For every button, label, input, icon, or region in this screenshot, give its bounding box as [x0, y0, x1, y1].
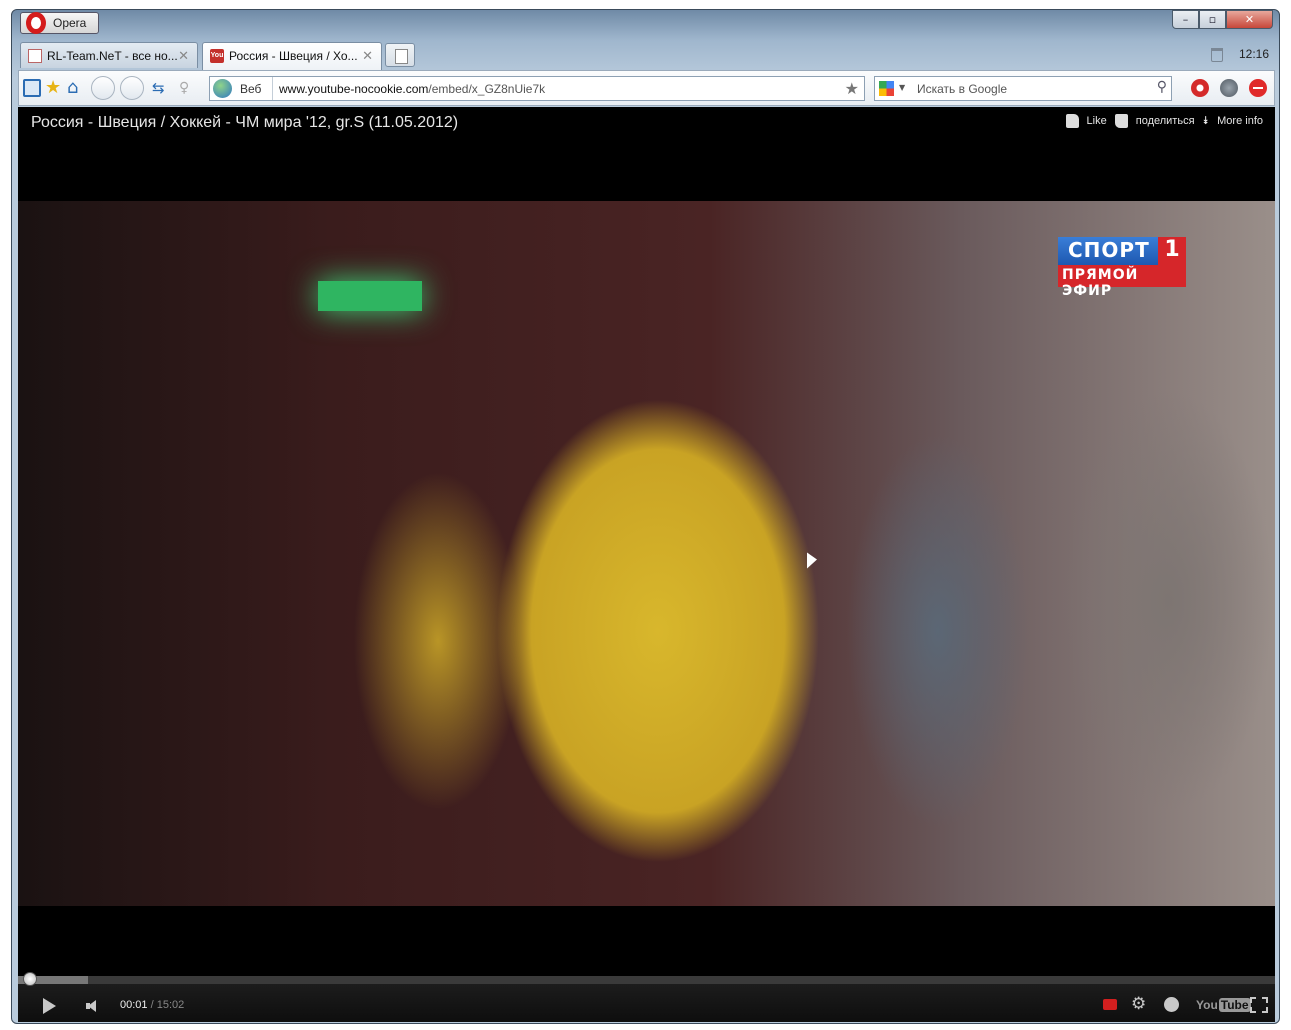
google-icon[interactable]	[879, 81, 894, 96]
player-controls: 00:01 / 15:02 ⚙ You Tube	[18, 972, 1275, 1022]
url-domain: www.youtube-nocookie.com	[279, 82, 429, 96]
block-icon[interactable]	[1249, 79, 1267, 97]
forward-button[interactable]	[120, 76, 144, 100]
back-button[interactable]	[91, 76, 115, 100]
minimize-button[interactable]: –	[1172, 10, 1199, 29]
lightbulb-icon[interactable]	[1220, 79, 1238, 97]
fullscreen-icon[interactable]	[1250, 997, 1268, 1013]
tab-label: Россия - Швеция / Хо...	[229, 49, 358, 63]
maximize-button[interactable]: ▫	[1199, 10, 1226, 29]
video-actions: Like поделиться ⯯ More info	[1065, 114, 1263, 128]
thumbs-up-icon[interactable]	[1065, 114, 1079, 128]
reload-icon[interactable]: ⇆	[152, 79, 170, 97]
tab-rl-team[interactable]: RL-Team.NeT - все но... ✕	[20, 42, 198, 68]
thumbs-down-icon[interactable]	[1114, 114, 1128, 128]
url-path: /embed/x_GZ8nUie7k	[428, 82, 546, 96]
navigation-toolbar: ★ ⌂ ⇆ ♀ Веб www.youtube-nocookie.com/emb…	[18, 70, 1275, 106]
tab-close-icon[interactable]: ✕	[362, 48, 373, 64]
channel-logo: СПОРТ 1 ПРЯМОЙ ЭФИР	[1058, 237, 1186, 299]
bookmarks-star-icon[interactable]: ★	[45, 79, 63, 97]
address-bar[interactable]: Веб www.youtube-nocookie.com/embed/x_GZ8…	[209, 76, 865, 101]
search-box[interactable]: ▼ Искать в Google ⚲	[874, 76, 1172, 101]
key-icon[interactable]: ♀	[179, 79, 197, 97]
title-bar: Opera – ▫ ✕	[12, 10, 1279, 40]
progress-bar[interactable]	[18, 972, 1275, 986]
clock: 12:16	[1238, 47, 1269, 61]
address-scope-label: Веб	[240, 82, 262, 96]
opera-unite-icon[interactable]	[1191, 79, 1209, 97]
panel-toggle-icon[interactable]	[23, 79, 41, 97]
address-separator	[272, 77, 273, 100]
home-icon[interactable]: ⌂	[67, 79, 85, 97]
new-tab-button[interactable]	[385, 43, 415, 67]
opera-menu-button[interactable]: Opera	[20, 12, 99, 34]
channel-logo-subtitle: ПРЯМОЙ ЭФИР	[1058, 265, 1186, 299]
trash-icon[interactable]	[1211, 48, 1223, 62]
doc-icon	[28, 49, 42, 63]
share-button[interactable]: поделиться	[1136, 115, 1195, 127]
opera-logo-icon	[26, 12, 46, 34]
channel-logo-number: 1	[1158, 237, 1186, 265]
exit-sign	[318, 281, 422, 311]
chevron-down-icon: ⯯	[1202, 114, 1210, 127]
play-button[interactable]	[43, 998, 56, 1014]
opera-menu-label: Opera	[53, 16, 87, 30]
video-title[interactable]: Россия - Швеция / Хоккей - ЧМ мира '12, …	[31, 114, 458, 132]
close-window-button[interactable]: ✕	[1226, 10, 1273, 29]
captions-icon[interactable]	[1103, 999, 1117, 1010]
gear-icon[interactable]: ⚙	[1131, 996, 1146, 1013]
browser-window: Opera – ▫ ✕ RL-Team.NeT - все но... ✕ Yo…	[11, 9, 1280, 1024]
like-button[interactable]: Like	[1087, 115, 1107, 127]
watch-later-icon[interactable]	[1164, 997, 1179, 1012]
favorite-star-icon[interactable]: ★	[845, 79, 859, 98]
tab-youtube-video[interactable]: You Россия - Швеция / Хо... ✕	[202, 42, 382, 70]
youtube-logo[interactable]: You Tube	[1196, 998, 1251, 1012]
search-input[interactable]: Искать в Google	[917, 82, 1007, 96]
window-controls: – ▫ ✕	[1172, 10, 1273, 30]
duration: 15:02	[156, 999, 185, 1011]
volume-icon[interactable]	[86, 1000, 98, 1012]
tab-label: RL-Team.NeT - все но...	[47, 49, 178, 63]
time-display: 00:01 / 15:02	[120, 999, 184, 1011]
search-icon[interactable]: ⚲	[1157, 79, 1167, 95]
video-player[interactable]: Россия - Швеция / Хоккей - ЧМ мира '12, …	[18, 107, 1275, 1022]
more-info-button[interactable]: More info	[1217, 115, 1263, 127]
url-text[interactable]: www.youtube-nocookie.com/embed/x_GZ8nUie…	[279, 82, 545, 96]
tab-close-icon[interactable]: ✕	[178, 48, 189, 64]
chevron-down-icon[interactable]: ▼	[899, 83, 905, 92]
tab-bar: RL-Team.NeT - все но... ✕ You Россия - Ш…	[12, 40, 1279, 70]
video-frame[interactable]: СПОРТ 1 ПРЯМОЙ ЭФИР	[18, 201, 1275, 906]
globe-icon	[213, 79, 232, 98]
youtube-icon: You	[210, 49, 224, 63]
mouse-cursor-icon	[807, 552, 817, 576]
current-time: 00:01	[120, 999, 148, 1011]
